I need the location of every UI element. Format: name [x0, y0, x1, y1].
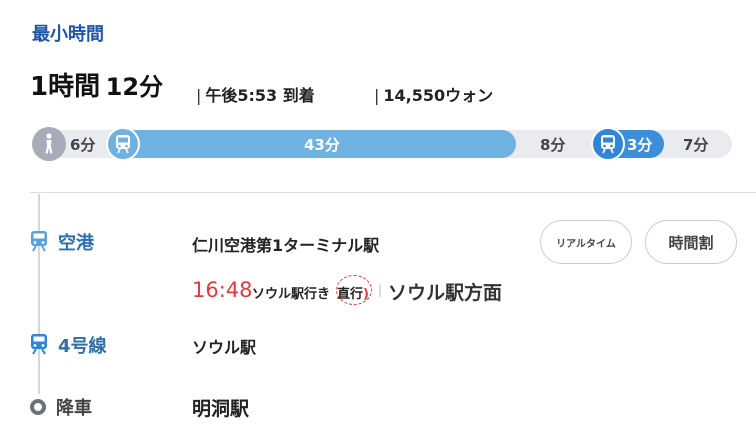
walk-icon [32, 127, 66, 161]
realtime-button[interactable]: リアルタイム [540, 220, 632, 264]
train-destination: ソウル駅行き [252, 287, 331, 302]
line4-train-duration: 3分 [627, 136, 653, 154]
airport-train-duration: 43分 [304, 136, 340, 154]
route-timeline-line [38, 194, 40, 394]
transfer-line-label: 4号線 [58, 336, 107, 357]
transfer-duration: 8分 [540, 136, 566, 154]
boarding-line-label: 空港 [58, 233, 94, 254]
close-paren: ) [363, 287, 369, 302]
total-duration: 1時間 12分 [30, 66, 163, 103]
divider [30, 192, 756, 193]
fare-text: 14,550ウォン [383, 86, 494, 105]
walk-duration: 6分 [70, 136, 96, 154]
train-direction: ソウル駅方面 [388, 282, 503, 304]
duration-hours: 1時間 [30, 72, 101, 102]
alight-station[interactable]: 明洞駅 [192, 394, 249, 421]
separator: | [378, 283, 383, 297]
stop-ring-icon [30, 399, 46, 415]
transfer-station[interactable]: ソウル駅 [192, 334, 256, 358]
separator: | [374, 86, 380, 105]
train-icon [28, 229, 50, 253]
train-icon [591, 127, 625, 161]
alight-label: 降車 [56, 398, 92, 419]
boarding-station[interactable]: 仁川空港第1ターミナル駅 [192, 232, 379, 256]
route-category-label: 最小時間 [32, 24, 104, 45]
arrival-time: | 午後5:53 到着 [196, 82, 315, 106]
arrival-text: 午後5:53 到着 [205, 86, 315, 105]
express-text: 直行 [337, 287, 364, 302]
departure-time: 16:48 [192, 278, 253, 302]
final-walk-duration: 7分 [683, 136, 709, 154]
train-icon [106, 127, 140, 161]
timetable-button[interactable]: 時間割 [645, 220, 737, 264]
train-icon [28, 332, 50, 356]
fare: | 14,550ウォン [374, 82, 493, 106]
separator: | [196, 86, 202, 105]
express-label: 直行) [337, 283, 369, 302]
duration-minutes: 12分 [105, 73, 164, 101]
